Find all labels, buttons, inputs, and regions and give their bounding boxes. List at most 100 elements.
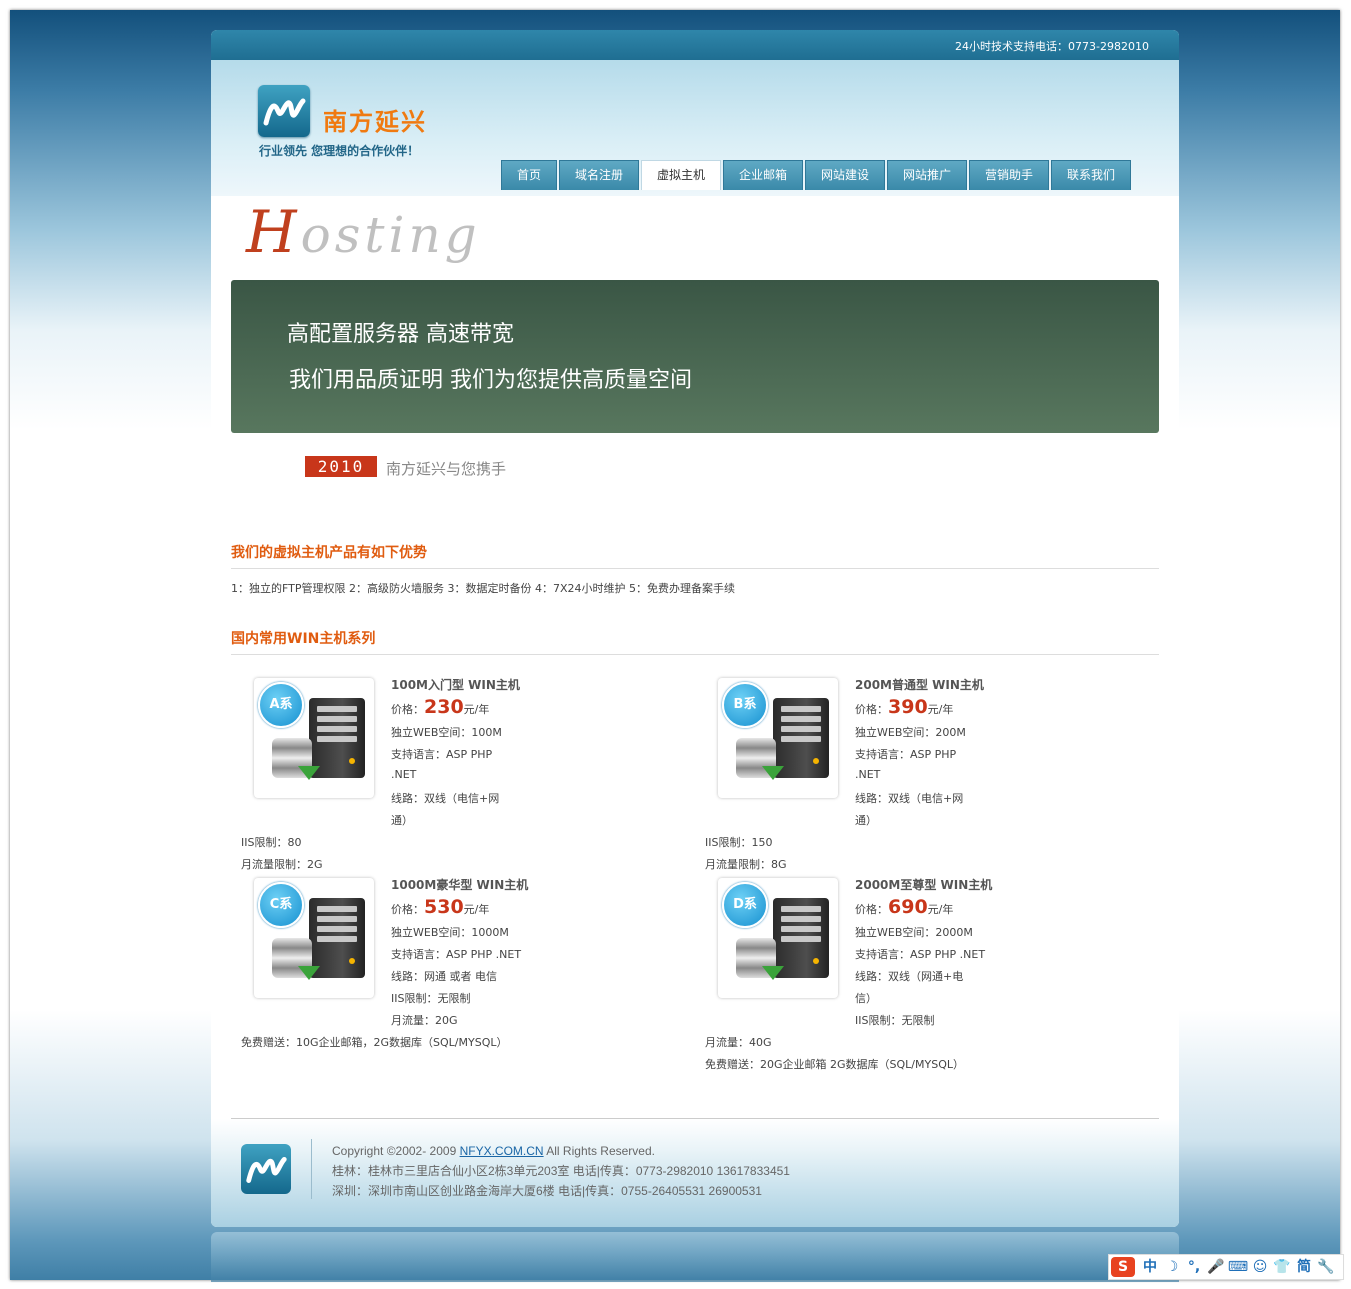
product-price: 价格：390元/年 — [855, 696, 954, 718]
series-badge: A系 — [258, 682, 304, 728]
page-reflection — [211, 1232, 1179, 1282]
product-card-b: B系 200M普通型 WIN主机 价格：390元/年 独立WEB空间：200M … — [695, 676, 1125, 876]
ime-toolbar: S 中 ☽ °, 🎤 ⌨ ☺ 👕 简 🔧 — [1108, 1254, 1344, 1280]
shenzhen-address: 深圳：深圳市南山区创业路金海岸大厦6楼 电话|传真：0755-26405531 … — [332, 1184, 762, 1198]
header: 南方延兴 行业领先 您理想的合作伙伴！ 首页 域名注册 虚拟主机 企业邮箱 网站… — [211, 60, 1179, 196]
price-value: 390 — [888, 696, 928, 718]
ime-user-icon[interactable]: ☺ — [1249, 1256, 1271, 1278]
product-spec: 线路：网通 或者 电信 — [391, 970, 497, 983]
hero-banner: 高配置服务器 高速带宽 我们用品质证明 我们为您提供高质量空间 — [231, 280, 1159, 433]
product-spec: 独立WEB空间：1000M — [391, 926, 509, 939]
hosting-title-rest: osting — [300, 206, 481, 264]
product-spec: 免费赠送：20G企业邮箱 2G数据库（SQL/MYSQL） — [705, 1058, 964, 1071]
browser-viewport: 24小时技术支持电话：0773-2982010 南方延兴 行业领先 您理想的合作… — [10, 10, 1340, 1282]
ime-keyboard-icon[interactable]: ⌨ — [1227, 1256, 1249, 1278]
product-spec: IIS限制：无限制 — [855, 1014, 935, 1027]
brand-name: 南方延兴 — [323, 108, 427, 136]
product-spec: 支持语言：ASP PHP .NET — [855, 948, 986, 961]
series-title: 国内常用WIN主机系列 — [231, 628, 1159, 655]
logo-icon[interactable] — [258, 85, 310, 137]
ime-chinese-toggle[interactable]: 中 — [1139, 1256, 1161, 1278]
download-arrow-icon — [298, 766, 320, 780]
product-image[interactable]: D系 — [718, 878, 838, 998]
product-title[interactable]: 200M普通型 WIN主机 — [855, 676, 984, 693]
product-spec: 线路：双线（电信+网 — [391, 792, 500, 805]
product-spec: 免费赠送：10G企业邮箱，2G数据库（SQL/MYSQL） — [241, 1036, 508, 1049]
ime-mic-icon[interactable]: 🎤 — [1205, 1256, 1227, 1278]
nav-contact[interactable]: 联系我们 — [1051, 160, 1131, 190]
product-spec: IIS限制：80 — [241, 836, 302, 849]
banner-line-1: 高配置服务器 高速带宽 — [287, 322, 514, 347]
nav-home[interactable]: 首页 — [501, 160, 557, 190]
advantages-text: 1：独立的FTP管理权限 2：高级防火墙服务 3：数据定时备份 4：7X24小时… — [231, 582, 735, 595]
hosting-title: Hosting — [246, 198, 481, 266]
product-spec: 月流量限制：2G — [241, 858, 323, 871]
ime-moon-icon[interactable]: ☽ — [1161, 1256, 1183, 1278]
product-spec: 线路：双线（电信+网 — [855, 792, 964, 805]
product-spec: IIS限制：150 — [705, 836, 773, 849]
product-image[interactable]: A系 — [254, 678, 374, 798]
year-badge: 2010 — [305, 456, 377, 477]
support-phone: 24小时技术支持电话：0773-2982010 — [955, 40, 1149, 53]
product-title[interactable]: 100M入门型 WIN主机 — [391, 676, 520, 693]
ime-skin-icon[interactable]: 👕 — [1271, 1256, 1293, 1278]
series-badge: B系 — [722, 682, 768, 728]
banner-line-2: 我们用品质证明 我们为您提供高质量空间 — [289, 368, 692, 393]
guilin-address: 桂林：桂林市三里店合仙小区2栋3单元203室 电话|传真：0773-298201… — [332, 1164, 790, 1178]
product-spec: 独立WEB空间：2000M — [855, 926, 973, 939]
product-spec: .NET — [855, 768, 881, 781]
nav-webdesign[interactable]: 网站建设 — [805, 160, 885, 190]
tagline-text: 南方延兴与您携手 — [386, 460, 507, 478]
product-spec: 支持语言：ASP PHP — [855, 748, 957, 761]
footer: Copyright ©2002- 2009 NFYX.COM.CN All Ri… — [211, 1119, 1179, 1227]
nav-marketing[interactable]: 营销助手 — [969, 160, 1049, 190]
main-nav: 首页 域名注册 虚拟主机 企业邮箱 网站建设 网站推广 营销助手 联系我们 — [501, 160, 1133, 191]
product-title[interactable]: 2000M至尊型 WIN主机 — [855, 876, 992, 893]
product-card-d: D系 2000M至尊型 WIN主机 价格：690元/年 独立WEB空间：2000… — [695, 876, 1125, 1076]
product-spec: 通） — [391, 814, 413, 827]
download-arrow-icon — [762, 766, 784, 780]
brand-slogan: 行业领先 您理想的合作伙伴！ — [259, 144, 420, 158]
product-title[interactable]: 1000M豪华型 WIN主机 — [391, 876, 528, 893]
copyright: Copyright ©2002- 2009 NFYX.COM.CN All Ri… — [332, 1144, 655, 1158]
nav-domain[interactable]: 域名注册 — [559, 160, 639, 190]
product-spec: 月流量：40G — [705, 1036, 772, 1049]
product-spec: 独立WEB空间：200M — [855, 726, 966, 739]
product-spec: IIS限制：无限制 — [391, 992, 471, 1005]
product-spec: 信） — [855, 992, 877, 1005]
product-image[interactable]: C系 — [254, 878, 374, 998]
footer-logo-icon — [241, 1144, 291, 1194]
product-spec: .NET — [391, 768, 417, 781]
product-price: 价格：530元/年 — [391, 896, 490, 918]
price-value: 690 — [888, 896, 928, 918]
product-spec: 独立WEB空间：100M — [391, 726, 502, 739]
price-value: 530 — [424, 896, 464, 918]
product-price: 价格：690元/年 — [855, 896, 954, 918]
ime-simplified-toggle[interactable]: 简 — [1293, 1256, 1315, 1278]
series-badge: C系 — [258, 882, 304, 928]
product-spec: 月流量：20G — [391, 1014, 458, 1027]
product-image[interactable]: B系 — [718, 678, 838, 798]
download-arrow-icon — [298, 966, 320, 980]
advantages-title: 我们的虚拟主机产品有如下优势 — [231, 542, 1159, 569]
footer-separator — [311, 1139, 312, 1199]
site-link[interactable]: NFYX.COM.CN — [460, 1144, 544, 1158]
series-badge: D系 — [722, 882, 768, 928]
product-spec: 支持语言：ASP PHP — [391, 748, 493, 761]
sogou-logo-icon[interactable]: S — [1111, 1257, 1135, 1277]
nav-email[interactable]: 企业邮箱 — [723, 160, 803, 190]
nav-hosting[interactable]: 虚拟主机 — [641, 160, 721, 190]
footer-text: Copyright ©2002- 2009 NFYX.COM.CN All Ri… — [332, 1141, 790, 1201]
ime-punctuation-icon[interactable]: °, — [1183, 1256, 1205, 1278]
product-card-c: C系 1000M豪华型 WIN主机 价格：530元/年 独立WEB空间：1000… — [231, 876, 661, 1076]
product-spec: 线路：双线（网通+电 — [855, 970, 964, 983]
nav-promotion[interactable]: 网站推广 — [887, 160, 967, 190]
product-spec: 支持语言：ASP PHP .NET — [391, 948, 522, 961]
hosting-title-initial: H — [246, 198, 301, 266]
download-arrow-icon — [762, 966, 784, 980]
price-value: 230 — [424, 696, 464, 718]
product-spec: 通） — [855, 814, 877, 827]
ime-settings-icon[interactable]: 🔧 — [1315, 1256, 1337, 1278]
page-container: 24小时技术支持电话：0773-2982010 南方延兴 行业领先 您理想的合作… — [211, 30, 1179, 1227]
product-spec: 月流量限制：8G — [705, 858, 787, 871]
